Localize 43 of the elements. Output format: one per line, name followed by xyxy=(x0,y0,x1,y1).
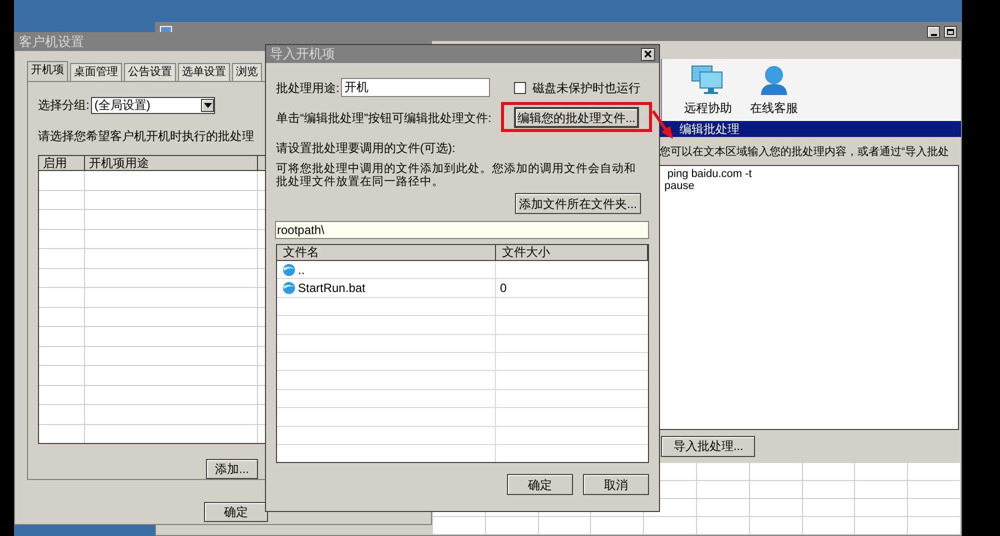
file-icon xyxy=(281,281,296,296)
edit-hint: 单击“编辑批处理”按钮可编辑批处理文件: xyxy=(276,110,492,126)
close-button[interactable] xyxy=(641,48,655,60)
tab[interactable]: 选单设置 xyxy=(178,63,230,81)
column-header[interactable]: 开机项用途 xyxy=(85,156,258,170)
column-header[interactable]: 文件名 xyxy=(277,245,496,260)
path-field[interactable]: rootpath\ xyxy=(275,221,649,239)
files-label: 请设置批处理要调用的文件(可选): xyxy=(276,140,456,157)
file-name: .. xyxy=(298,262,305,279)
purpose-label: 批处理用途: xyxy=(276,80,340,96)
files-note: 可将您批处理中调用的文件添加到此处。您添加的调用文件会自动和批处理文件放置在同一路径中。 xyxy=(276,163,637,189)
toolbar-button[interactable]: 在线客服 xyxy=(750,65,798,117)
unprotected-checkbox[interactable]: 磁盘未保护时也运行 xyxy=(514,78,640,96)
minimize-button[interactable] xyxy=(927,26,940,38)
close-icon xyxy=(644,50,652,58)
toolbar-button[interactable]: 远程协助 xyxy=(684,65,732,117)
tab[interactable]: 桌面管理 xyxy=(70,63,122,81)
batch-text-area[interactable]: ping baidu.com -t pause xyxy=(659,164,959,430)
person-icon xyxy=(759,65,789,95)
column-header[interactable]: 文件大小 xyxy=(496,245,648,260)
cancel-button[interactable]: 取消 xyxy=(583,474,649,495)
instruction-text: 请选择您希望客户机开机时执行的批处理 xyxy=(38,128,255,145)
file-icon xyxy=(281,262,296,277)
ok-button[interactable]: 确定 xyxy=(507,474,573,495)
add-button[interactable]: 添加... xyxy=(206,459,258,479)
panel-title: 编辑批处理 xyxy=(657,121,961,137)
purpose-field[interactable]: 开机 xyxy=(341,78,490,97)
add-folder-button[interactable]: 添加文件所在文件夹... xyxy=(515,193,641,214)
pointer-arrow xyxy=(651,110,675,140)
group-label: 选择分组: xyxy=(38,97,90,114)
tab[interactable]: 浏览 xyxy=(232,63,262,81)
tab[interactable]: 开机项 xyxy=(27,61,68,81)
ok-button[interactable]: 确定 xyxy=(204,502,268,522)
tab[interactable]: 公告设置 xyxy=(124,63,176,81)
panel-hint: 您可以在文本区域输入您的批处理内容，或者通过“导入批处 xyxy=(658,144,950,160)
monitors-icon xyxy=(691,65,725,95)
group-select[interactable]: (全局设置) xyxy=(91,96,216,114)
import-batch-button[interactable]: 导入批处理... xyxy=(661,436,756,456)
column-header[interactable]: 启用 xyxy=(39,156,85,170)
maximize-button[interactable] xyxy=(944,26,957,38)
file-size: 0 xyxy=(500,280,507,298)
edit-batch-button[interactable]: 编辑您的批处理文件... xyxy=(514,107,639,128)
file-name: StartRun.bat xyxy=(298,280,366,298)
